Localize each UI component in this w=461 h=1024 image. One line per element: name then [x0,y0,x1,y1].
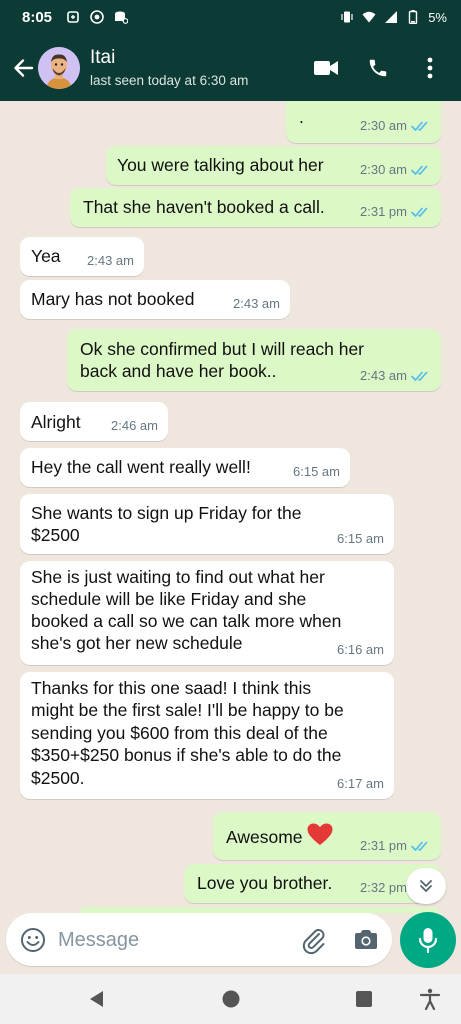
message-time: 2:30 am [360,117,407,133]
message-text: You were talking about her [117,155,324,175]
message-bubble-outgoing[interactable]: . 2:30 am [286,101,441,143]
message-text: Alright [31,412,81,432]
message-time: 6:17 am [337,775,384,791]
read-receipt-icon [411,207,428,217]
message-time: 2:43 am [360,367,407,383]
message-text: That she haven't booked a call. [83,197,325,217]
message-time: 2:43 am [233,295,280,311]
message-time: 6:15 am [337,530,384,546]
scroll-to-bottom-button[interactable] [406,868,446,904]
message-time: 2:46 am [111,417,158,433]
home-nav-icon[interactable] [219,987,243,1011]
message-text: $2500. [31,768,85,788]
message-text: Thanks for this one saad! I think this [31,678,312,698]
battery-icon [409,10,418,24]
back-nav-icon[interactable] [85,987,109,1011]
message-text: Yea [31,246,61,266]
message-text: . [299,107,304,127]
message-text: $350+$250 bonus if she's able to do the [31,745,342,765]
back-arrow-icon[interactable] [6,51,40,85]
message-text: Hey the call went really well! [31,457,251,477]
wifi-icon [362,11,376,23]
message-time: 2:43 am [87,252,134,268]
read-receipt-icon [411,841,428,851]
message-bubble-incoming[interactable]: Yea 2:43 am [20,237,144,276]
read-receipt-icon [411,371,428,381]
message-bubble-outgoing[interactable]: Love you brother. 2:32 pm [184,864,441,903]
message-bubble-outgoing[interactable]: You were talking about her 2:30 am [106,146,441,185]
message-text: schedule will be like Friday and she [31,589,307,609]
chat-header: Itai last seen today at 6:30 am [0,34,461,101]
message-time: 2:30 am [360,161,407,177]
chrome-notification-icon [90,10,104,24]
screenshot-notification-icon [67,11,79,23]
emoji-icon[interactable] [20,927,46,953]
battery-percent: 5% [428,9,447,25]
message-bubble-outgoing[interactable]: Ok she confirmed but I will reach her ba… [67,329,441,391]
message-bubble-incoming[interactable]: Mary has not booked 2:43 am [20,280,290,319]
more-options-icon[interactable] [413,51,447,85]
voice-call-icon[interactable] [361,51,395,85]
microphone-icon [418,928,438,954]
voice-message-button[interactable] [400,912,456,968]
message-text: Ok she confirmed but I will reach her [80,339,365,359]
message-time: 2:31 pm [360,203,407,219]
message-text: sending you $600 from this deal of the [31,723,328,743]
message-bubble-incoming[interactable]: She wants to sign up Friday for the $250… [20,494,394,554]
message-text: Awesome [226,823,333,849]
status-bar: 8:05 5% [0,0,461,34]
red-heart-emoji-icon [307,823,333,845]
vibrate-icon [341,11,353,23]
message-text: $2500 [31,525,80,545]
message-input[interactable] [58,927,278,953]
message-text: She is just waiting to find out what her [31,567,325,587]
contact-name: Itai [90,47,116,68]
message-text: Love you brother. [197,873,333,893]
double-chevron-down-icon [420,880,432,892]
message-bubble-incoming[interactable]: Thanks for this one saad! I think this m… [20,672,394,799]
message-time: 2:31 pm [360,837,407,853]
status-time: 8:05 [22,8,53,26]
contact-info[interactable]: Itai last seen today at 6:30 am [90,47,248,88]
avatar[interactable] [38,46,80,89]
camera-icon[interactable] [352,926,380,954]
video-call-icon[interactable] [309,51,343,85]
chat-area[interactable]: . 2:30 am You were talking about her 2:3… [0,101,461,913]
message-text-content: Awesome [226,827,303,847]
message-time: 2:32 pm [360,879,407,895]
message-time: 6:16 am [337,641,384,657]
message-bubble-incoming[interactable]: Alright 2:46 am [20,402,168,441]
recents-nav-icon[interactable] [352,987,376,1011]
message-text: she's got her new schedule [31,633,243,653]
paperclip-icon[interactable] [300,926,328,954]
system-navigation-bar [0,974,461,1024]
message-composer [6,913,392,966]
message-text: She wants to sign up Friday for the [31,503,302,523]
message-text: Mary has not booked [31,289,195,309]
message-bubble-incoming[interactable]: She is just waiting to find out what her… [20,561,394,665]
accessibility-icon[interactable] [418,987,442,1011]
message-text: back and have her book.. [80,361,277,381]
message-bubble-outgoing[interactable]: Awesome 2:31 pm [213,812,441,860]
message-text: booked a call so we can talk more when [31,611,342,631]
message-text: might be the first sale! I'll be happy t… [31,700,344,720]
message-time: 6:15 am [293,463,340,479]
read-receipt-icon [411,121,428,131]
message-bubble-outgoing[interactable]: That she haven't booked a call. 2:31 pm [70,188,441,227]
cell-signal-icon [385,11,398,23]
storage-notification-icon [115,11,129,24]
read-receipt-icon [411,165,428,175]
message-bubble-incoming[interactable]: Hey the call went really well! 6:15 am [20,448,350,487]
contact-last-seen: last seen today at 6:30 am [90,73,249,88]
